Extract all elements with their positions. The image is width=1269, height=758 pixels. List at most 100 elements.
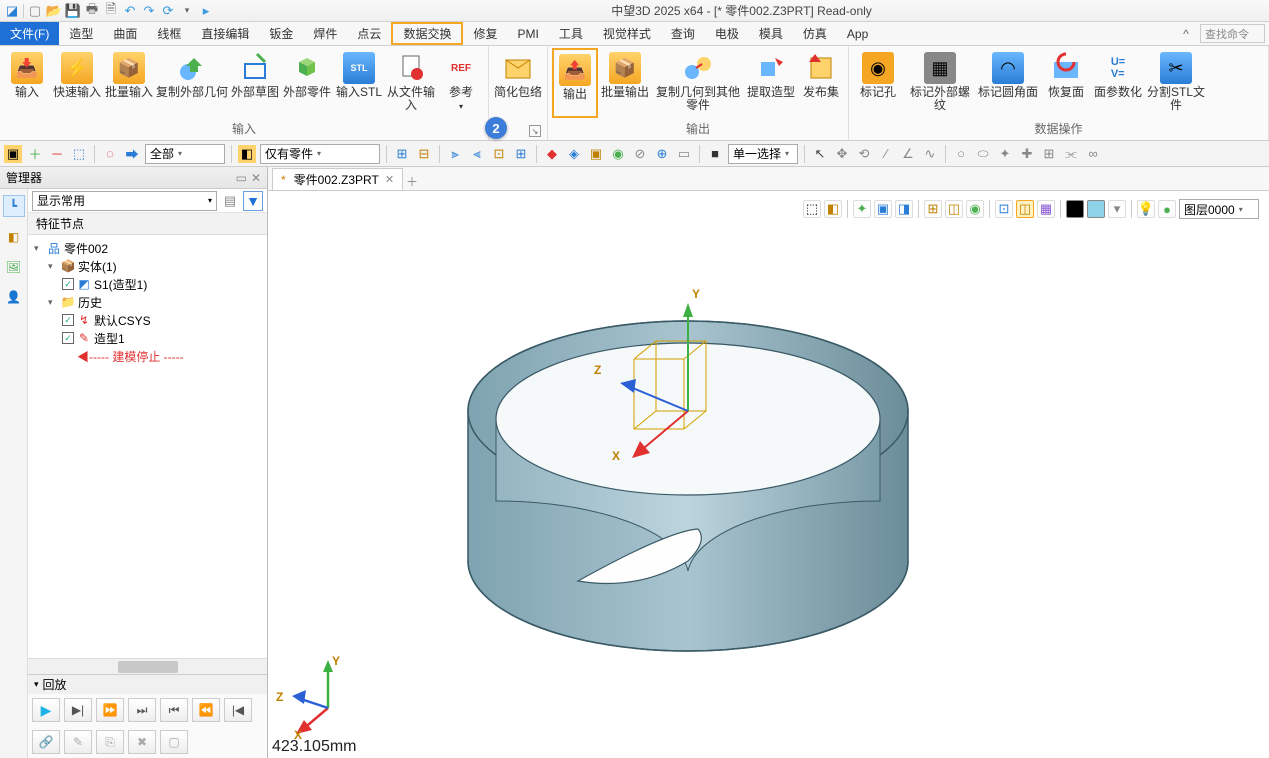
tb-icon-7[interactable]: ◆ — [543, 145, 561, 163]
filter-toggle-icon[interactable]: ▤ — [221, 192, 239, 210]
tab-sheetmetal[interactable]: 钣金 — [259, 22, 303, 45]
simplify-envelope-button[interactable]: 简化包络 — [493, 48, 543, 121]
line-icon[interactable]: ∕ — [877, 145, 895, 163]
play-icon[interactable]: ▸ — [198, 3, 214, 19]
side-image-icon[interactable]: 🖼 — [4, 257, 24, 277]
tree-stop-line[interactable]: ◀----- 建模停止 ----- — [34, 347, 267, 365]
circle-icon[interactable]: ○ — [952, 145, 970, 163]
tab-repair[interactable]: 修复 — [463, 22, 507, 45]
split-stl-button[interactable]: ✂分割STL文件 — [1145, 48, 1207, 118]
print-icon[interactable]: 🖶 — [84, 3, 100, 19]
mark-fillet-face-button[interactable]: ◠标记圆角面 — [977, 48, 1039, 118]
import-button[interactable]: 📥输入 — [4, 48, 50, 118]
tree-hscrollbar[interactable] — [28, 658, 267, 674]
side-cube-icon[interactable]: ◧ — [4, 227, 24, 247]
tb-icon-9[interactable]: ▣ — [587, 145, 605, 163]
chain-icon[interactable]: ∞ — [1084, 145, 1102, 163]
link-icon[interactable]: ⫘ — [1062, 145, 1080, 163]
tree-body[interactable]: ▾📦实体(1) — [34, 257, 267, 275]
external-part-button[interactable]: 外部零件 — [282, 48, 332, 118]
undo-icon[interactable]: ↶ — [122, 3, 138, 19]
refresh-icon[interactable]: ⟳ — [160, 3, 176, 19]
tab-modeling[interactable]: 造型 — [59, 22, 103, 45]
lasso-icon[interactable]: ◌ — [101, 145, 119, 163]
star-icon[interactable]: ✦ — [996, 145, 1014, 163]
tab-mold[interactable]: 模具 — [749, 22, 793, 45]
mark-external-thread-button[interactable]: ▦标记外部螺纹 — [905, 48, 975, 118]
tb-icon-10[interactable]: ◉ — [609, 145, 627, 163]
tree-root[interactable]: ▾品零件002 — [34, 239, 267, 257]
close-tab-icon[interactable]: ✕ — [385, 173, 394, 186]
tb-icon-12[interactable]: ⊕ — [653, 145, 671, 163]
viewport[interactable]: * 零件002.Z3PRT ✕ ＋ ⬚ ◧ ✦ ▣ ◨ ⊞ ◫ ◉ ⊡ ◫ ▦ … — [268, 167, 1269, 758]
select-mode-combo[interactable]: 单一选择▾ — [728, 144, 798, 164]
cursor-icon[interactable]: ↖ — [811, 145, 829, 163]
playback-step-fwd-icon[interactable]: ▶| — [64, 698, 92, 722]
import-stl-button[interactable]: STL输入STL — [334, 48, 384, 118]
copy-geometry-to-other-button[interactable]: 复制几何到其他零件 — [652, 48, 744, 118]
canvas-3d[interactable]: Y X Z Y X Z 423.105mm — [268, 191, 1269, 758]
external-sketch-button[interactable]: 外部草图 — [230, 48, 280, 118]
playback-copy-icon[interactable]: ⎘ — [96, 730, 124, 754]
tb-icon-14[interactable]: ■ — [706, 145, 724, 163]
group-launcher-icon[interactable]: ↘ — [529, 125, 541, 137]
tab-surface[interactable]: 曲面 — [103, 22, 147, 45]
tree-csys[interactable]: ✓↯默认CSYS — [34, 311, 267, 329]
display-combo[interactable]: 显示常用▾ — [32, 191, 217, 211]
new-icon[interactable]: ▢ — [27, 3, 43, 19]
save-icon[interactable]: 💾 — [65, 3, 81, 19]
parts-toggle-icon[interactable]: ◧ — [238, 145, 256, 163]
app-icon[interactable]: ◪ — [4, 3, 20, 19]
funnel-filter-icon[interactable]: ▼ — [243, 191, 263, 211]
qat-menu-icon[interactable]: ▾ — [179, 3, 195, 19]
angle-icon[interactable]: ∠ — [899, 145, 917, 163]
ellipse-icon[interactable]: ⬭ — [974, 145, 992, 163]
filter-arrow-icon[interactable]: ⮕ — [123, 145, 141, 163]
extract-shape-button[interactable]: 提取造型 — [746, 48, 796, 118]
playback-delete-icon[interactable]: ✖ — [128, 730, 156, 754]
playback-play-icon[interactable]: ▶ — [32, 698, 60, 722]
tab-visual-style[interactable]: 视觉样式 — [593, 22, 661, 45]
playback-fwd-icon[interactable]: ⏩ — [96, 698, 124, 722]
filter-parts-combo[interactable]: 仅有零件▾ — [260, 144, 380, 164]
tab-direct-edit[interactable]: 直接编辑 — [191, 22, 259, 45]
tree-shape1[interactable]: ✓✎造型1 — [34, 329, 267, 347]
tab-wireframe[interactable]: 线框 — [147, 22, 191, 45]
redo-icon[interactable]: ↷ — [141, 3, 157, 19]
tab-simulation[interactable]: 仿真 — [793, 22, 837, 45]
export-button[interactable]: 📤输出 — [552, 48, 598, 118]
playback-back-icon[interactable]: ⏪ — [192, 698, 220, 722]
tab-weld[interactable]: 焊件 — [303, 22, 347, 45]
tab-pmi[interactable]: PMI — [507, 22, 548, 45]
search-command-input[interactable]: 查找命令 — [1200, 24, 1265, 43]
pan-icon[interactable]: ✥ — [833, 145, 851, 163]
mark-hole-button[interactable]: ◉标记孔 — [853, 48, 903, 118]
filter-all-combo[interactable]: 全部▾ — [145, 144, 225, 164]
tab-electrode[interactable]: 电极 — [705, 22, 749, 45]
manager-collapse-icon[interactable]: ▭ — [236, 171, 247, 185]
add-icon[interactable]: ＋ — [26, 145, 44, 163]
curve-icon[interactable]: ∿ — [921, 145, 939, 163]
clear-icon[interactable]: ⬚ — [70, 145, 88, 163]
feature-tree[interactable]: ▾品零件002 ▾📦实体(1) ✓◩S1(造型1) ▾📁历史 ✓↯默认CSYS … — [28, 235, 267, 658]
playback-header[interactable]: ▾回放 — [28, 674, 267, 694]
tb-icon-6[interactable]: ⊞ — [512, 145, 530, 163]
restore-face-button[interactable]: 恢复面 — [1041, 48, 1091, 118]
manager-close-icon[interactable]: ✕ — [251, 171, 261, 185]
face-parameterize-button[interactable]: U=V=面参数化 — [1093, 48, 1143, 118]
import-from-file-button[interactable]: 从文件输入 — [386, 48, 436, 118]
tab-pointcloud[interactable]: 点云 — [347, 22, 391, 45]
side-user-icon[interactable]: 👤 — [4, 287, 24, 307]
tab-file[interactable]: 文件(F) — [0, 22, 59, 45]
tab-tools[interactable]: 工具 — [549, 22, 593, 45]
playback-end-icon[interactable]: ⏭ — [128, 698, 156, 722]
playback-step-back-icon[interactable]: |◀ — [224, 698, 252, 722]
playback-start-icon[interactable]: ⏮ — [160, 698, 188, 722]
open-icon[interactable]: 📂 — [46, 3, 62, 19]
copy-external-geometry-button[interactable]: 复制外部几何 — [156, 48, 228, 118]
tb-icon-11[interactable]: ⊘ — [631, 145, 649, 163]
save-all-icon[interactable]: 🗎 — [103, 3, 119, 19]
remove-icon[interactable]: － — [48, 145, 66, 163]
tb-icon-1[interactable]: ⊞ — [393, 145, 411, 163]
publish-set-button[interactable]: 发布集 — [798, 48, 844, 118]
